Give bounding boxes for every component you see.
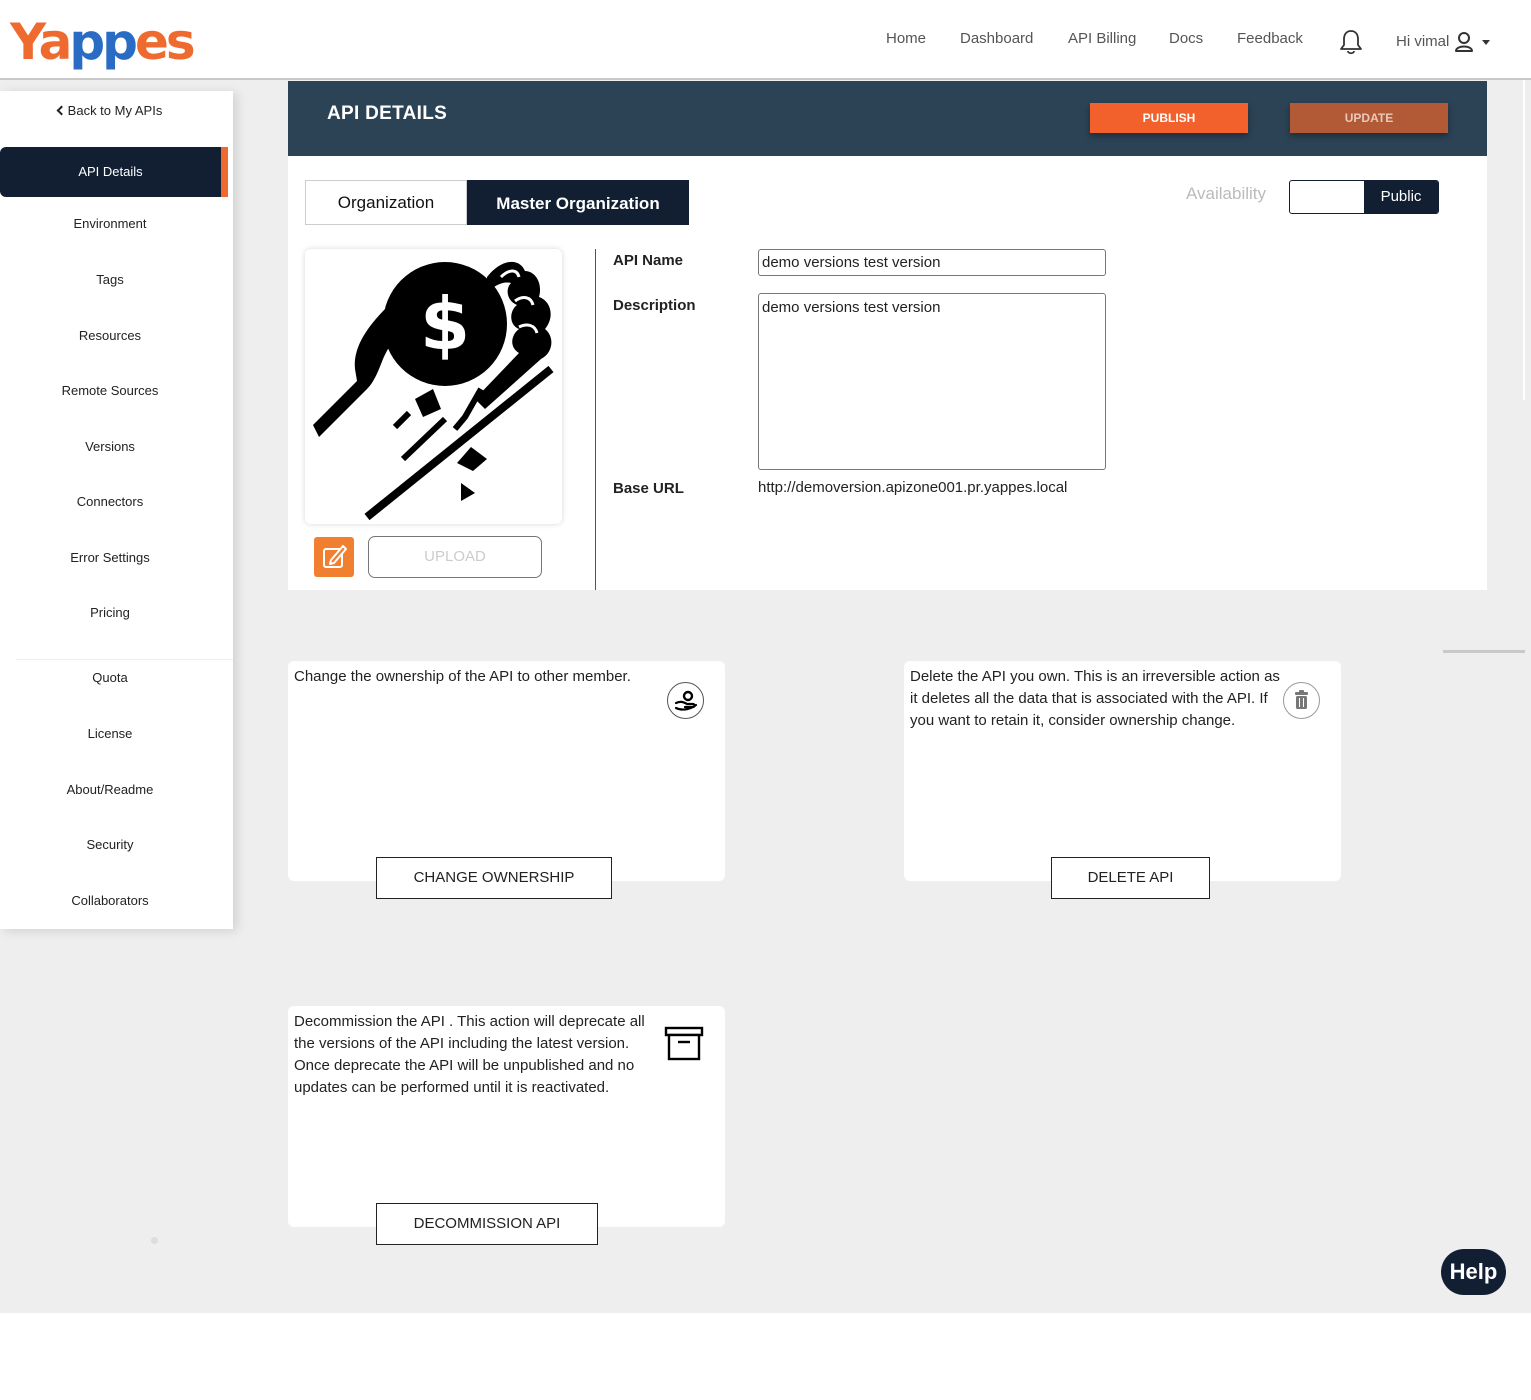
change-ownership-text: Change the ownership of the API to other… [294,668,631,685]
scroll-edge [1523,80,1525,400]
divider [1443,650,1525,653]
money-hand-icon: $ [313,261,554,521]
sidebar-item-error-settings[interactable]: Error Settings [0,533,220,583]
tab-master-organization[interactable]: Master Organization [467,180,689,225]
availability-label: Availability [1186,184,1267,203]
bell-icon[interactable] [1338,28,1364,56]
sidebar-item-api-details[interactable]: API Details [0,147,228,197]
svg-text:$: $ [420,282,470,366]
base-url-value: http://demoversion.apizone001.pr.yappes.… [758,479,1068,496]
help-button[interactable]: Help [1441,1249,1506,1295]
trash-icon [1283,682,1320,719]
sidebar-item-tags[interactable]: Tags [0,255,220,305]
nav-docs[interactable]: Docs [1169,30,1203,47]
publish-button[interactable]: PUBLISH [1090,103,1248,133]
yappes-logo[interactable]: Yappes [10,12,196,72]
upload-button[interactable]: UPLOAD [368,536,542,578]
api-details-body: Organization Master Organization Availab… [288,156,1487,590]
base-url-label: Base URL [613,480,684,497]
sidebar-item-quota[interactable]: Quota [0,653,220,703]
decommission-api-text: Decommission the API . This action will … [294,1013,645,1096]
delete-api-card: Delete the API you own. This is an irrev… [904,661,1341,899]
caret-down-icon[interactable] [1482,40,1490,45]
edit-image-button[interactable] [314,537,354,577]
nav-api-billing[interactable]: API Billing [1068,30,1136,47]
update-button[interactable]: UPDATE [1290,103,1448,133]
back-link-label: Back to My APIs [67,103,163,118]
api-details-header: API DETAILS PUBLISH UPDATE [288,81,1487,156]
api-image-card: $ [305,249,562,524]
vertical-divider [595,249,596,590]
api-name-label: API Name [613,252,684,269]
delete-api-button[interactable]: DELETE API [1051,857,1210,899]
nav-home[interactable]: Home [886,30,926,47]
sidebar-item-remote-sources[interactable]: Remote Sources [0,366,220,416]
back-to-my-apis-link[interactable]: Back to My APIs [0,103,220,125]
change-ownership-card: Change the ownership of the API to other… [288,661,725,899]
decommission-api-button[interactable]: DECOMMISSION API [376,1203,598,1245]
tab-organization[interactable]: Organization [305,180,467,225]
sidebar-item-versions[interactable]: Versions [0,422,220,472]
availability-toggle[interactable]: Public [1289,180,1439,214]
nav-feedback[interactable]: Feedback [1237,30,1303,47]
sidebar-item-license[interactable]: License [0,709,220,759]
api-name-input[interactable] [758,249,1106,276]
description-label: Description [613,297,696,314]
ownership-icon [667,682,704,719]
delete-api-text: Delete the API you own. This is an irrev… [910,668,1280,729]
sidebar-item-about-readme[interactable]: About/Readme [0,765,220,815]
user-greeting[interactable]: Hi vimal [1396,33,1449,50]
page-title: API DETAILS [327,103,448,124]
sidebar-item-collaborators[interactable]: Collaborators [0,876,220,926]
top-navbar: Yappes Home Dashboard API Billing Docs F… [0,0,1531,80]
change-ownership-button[interactable]: CHANGE OWNERSHIP [376,857,612,899]
user-icon[interactable] [1454,31,1474,53]
chevron-left-icon [56,105,67,116]
availability-value: Public [1364,181,1438,213]
edit-icon [323,545,347,568]
sidebar-item-pricing[interactable]: Pricing [0,588,220,638]
decommission-api-card: Decommission the API . This action will … [288,1006,725,1245]
sidebar-item-connectors[interactable]: Connectors [0,477,220,527]
description-textarea[interactable]: demo versions test version [758,293,1106,470]
sidebar: Back to My APIs API Details Environment … [0,91,233,929]
sidebar-item-resources[interactable]: Resources [0,311,220,361]
sidebar-item-environment[interactable]: Environment [0,199,220,249]
loading-dot [151,1237,158,1244]
sidebar-item-security[interactable]: Security [0,820,220,870]
nav-dashboard[interactable]: Dashboard [960,30,1033,47]
archive-icon [664,1026,704,1061]
